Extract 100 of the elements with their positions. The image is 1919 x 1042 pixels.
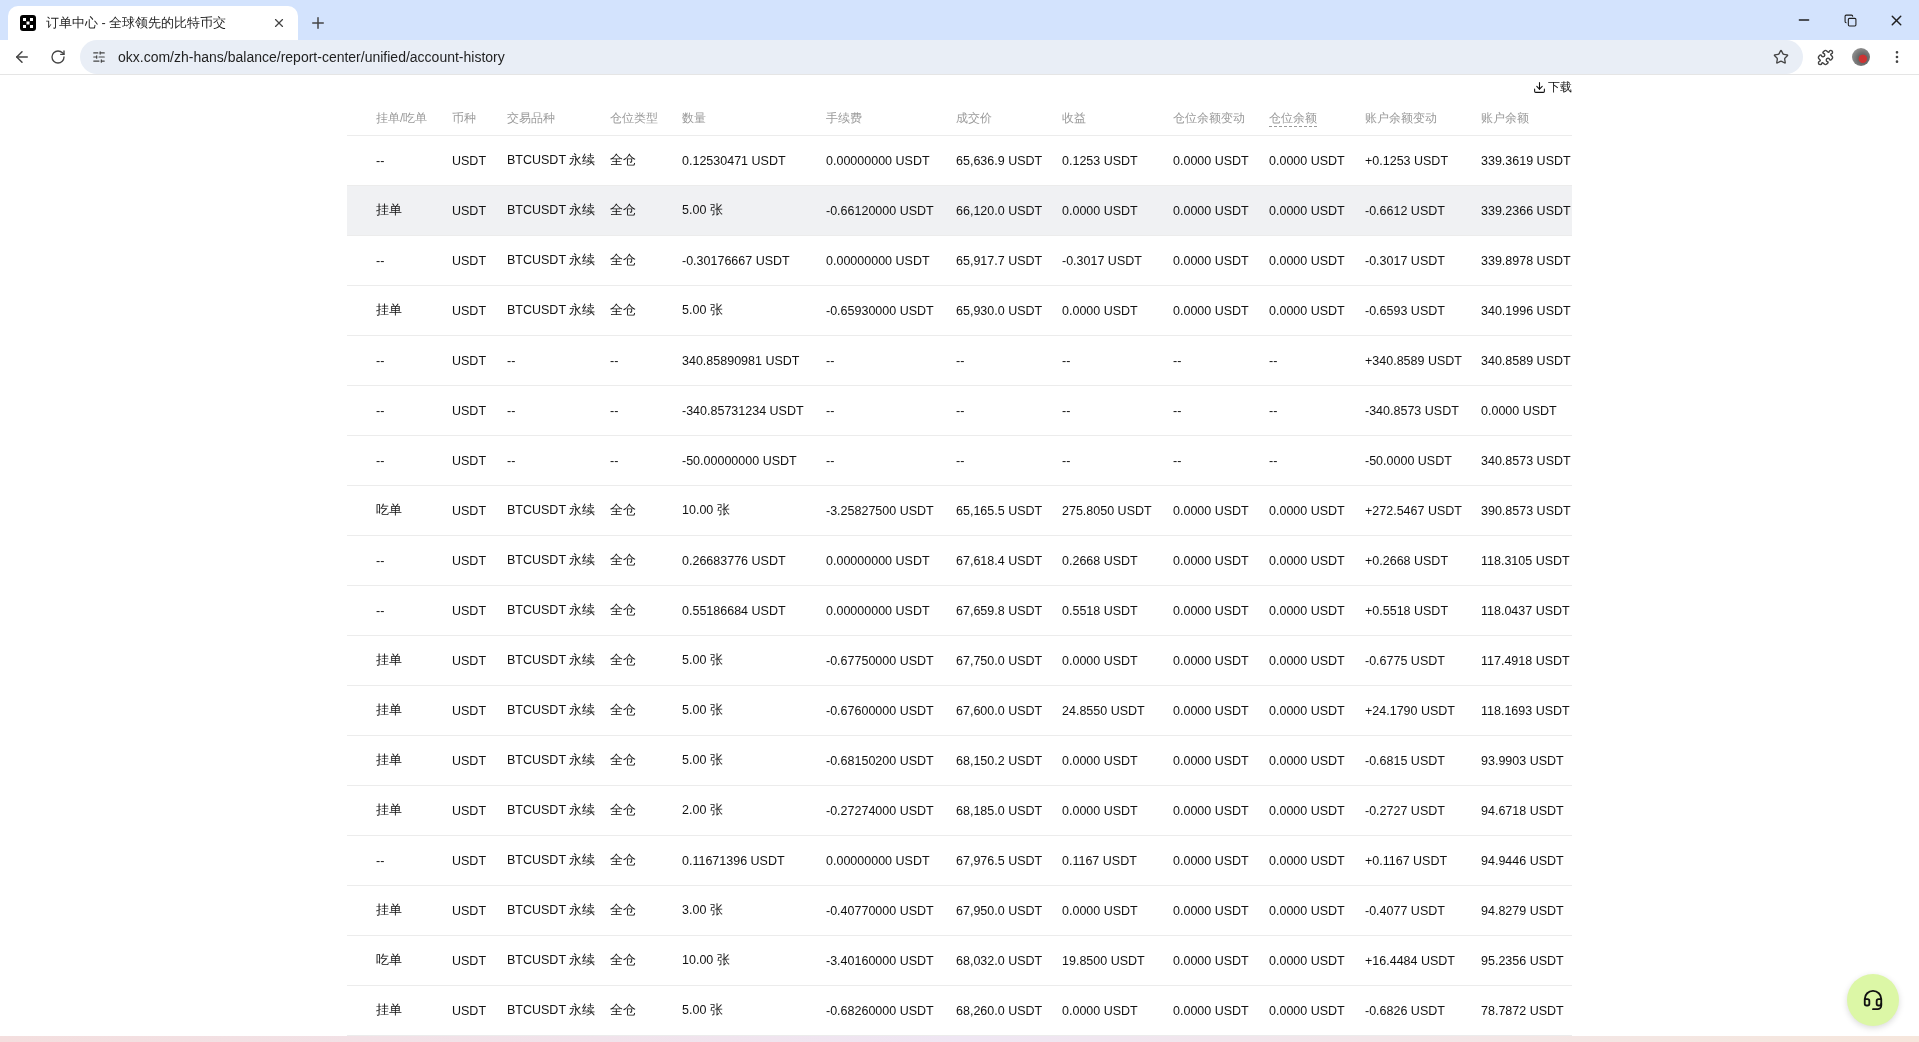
- table-cell-text: --: [1062, 403, 1072, 418]
- table-cell-text: USDT: [452, 453, 488, 468]
- table-cell-text: USDT: [452, 253, 488, 268]
- table-cell-text: -0.40770000 USDT: [826, 903, 935, 918]
- table-cell-text: 0.2668 USDT: [1062, 553, 1139, 568]
- table-cell: 340.8573 USDT: [1481, 453, 1572, 468]
- table-cell-text: 0.0000 USDT: [1269, 903, 1346, 918]
- table-cell-text: 5.00 张: [682, 1002, 724, 1019]
- table-cell-text: --: [376, 553, 386, 568]
- table-cell-text: 0.0000 USDT: [1173, 303, 1250, 318]
- table-cell-text: 0.00000000 USDT: [826, 603, 931, 618]
- table-cell-text: BTCUSDT 永续: [507, 652, 597, 669]
- table-cell-text: 275.8050 USDT: [1062, 503, 1153, 518]
- download-icon: [1533, 80, 1546, 94]
- table-cell-text: USDT: [452, 853, 488, 868]
- table-cell-text: BTCUSDT 永续: [507, 202, 597, 219]
- table-cell: 340.1996 USDT: [1481, 303, 1572, 318]
- table-cell-text: BTCUSDT 永续: [507, 952, 597, 969]
- table-cell-text: -0.27274000 USDT: [826, 803, 935, 818]
- column-header: 收益: [1062, 110, 1086, 127]
- support-button[interactable]: [1847, 974, 1899, 1026]
- table-cell-text: 118.1693 USDT: [1481, 703, 1571, 718]
- table-cell-text: +0.5518 USDT: [1365, 603, 1450, 618]
- table-cell-text: -0.3017 USDT: [1062, 253, 1143, 268]
- table-cell-text: 0.0000 USDT: [1269, 603, 1346, 618]
- browser-tab[interactable]: 订单中心 - 全球领先的比特币交: [8, 6, 298, 40]
- table-cell-text: -0.68260000 USDT: [826, 1003, 935, 1018]
- table-cell-text: 0.0000 USDT: [1173, 903, 1250, 918]
- table-cell-text: +0.1167 USDT: [1365, 853, 1449, 868]
- table-cell-text: 0.00000000 USDT: [826, 853, 931, 868]
- table-cell-text: 0.5518 USDT: [1062, 603, 1139, 618]
- table-cell-text: 0.0000 USDT: [1481, 403, 1558, 418]
- table-cell-text: 0.0000 USDT: [1269, 503, 1346, 518]
- table-cell-text: 0.0000 USDT: [1062, 753, 1139, 768]
- table-cell-text: +272.5467 USDT: [1365, 503, 1463, 518]
- table-cell-text: 全仓: [610, 202, 637, 219]
- table-cell-text: USDT: [452, 603, 488, 618]
- table-cell-text: USDT: [452, 1003, 488, 1018]
- table-cell-text: --: [376, 253, 386, 268]
- table-cell-text: BTCUSDT 永续: [507, 252, 597, 269]
- table-cell-text: 10.00 张: [682, 952, 731, 969]
- table-cell-text: --: [610, 453, 620, 468]
- table-cell-text: --: [956, 403, 966, 418]
- table-cell-text: 挂单: [376, 1002, 403, 1019]
- table-cell-text: --: [507, 403, 517, 418]
- table-cell-text: -0.6593 USDT: [1365, 303, 1446, 318]
- table-cell-text: 挂单: [376, 302, 403, 319]
- table-cell-text: USDT: [452, 703, 488, 718]
- table-cell-text: USDT: [452, 953, 488, 968]
- column-header: 币种: [452, 110, 476, 127]
- column-header: 挂单/吃单: [376, 110, 428, 127]
- table-cell-text: 0.0000 USDT: [1173, 1003, 1250, 1018]
- table-cell-text: --: [956, 453, 966, 468]
- address-bar[interactable]: okx.com/zh-hans/balance/report-center/unified/account-history: [80, 40, 1803, 74]
- table-cell-text: 0.11671396 USDT: [682, 853, 786, 868]
- table-cell-text: BTCUSDT 永续: [507, 152, 597, 169]
- table-cell-text: USDT: [452, 353, 488, 368]
- table-cell-text: 10.00 张: [682, 502, 731, 519]
- table-cell-text: 0.0000 USDT: [1269, 203, 1346, 218]
- table-cell-text: 0.0000 USDT: [1062, 203, 1139, 218]
- table-cell-text: USDT: [452, 653, 488, 668]
- table-cell-text: USDT: [452, 903, 488, 918]
- table-cell-text: 78.7872 USDT: [1481, 1003, 1565, 1018]
- table-cell-text: 5.00 张: [682, 752, 724, 769]
- table-cell-text: 0.0000 USDT: [1173, 153, 1250, 168]
- table-cell-text: 挂单: [376, 902, 403, 919]
- table-cell-text: 65,930.0 USDT: [956, 303, 1044, 318]
- table-cell-text: BTCUSDT 永续: [507, 752, 597, 769]
- table-cell-text: -0.67750000 USDT: [826, 653, 935, 668]
- table-cell-text: 19.8500 USDT: [1062, 953, 1146, 968]
- table-cell-text: BTCUSDT 永续: [507, 1002, 597, 1019]
- table-cell-text: 全仓: [610, 1002, 637, 1019]
- table-cell-text: --: [376, 453, 386, 468]
- table-cell-text: 全仓: [610, 502, 637, 519]
- table-cell: 340.8589 USDT: [1481, 353, 1572, 368]
- table-cell-text: --: [956, 353, 966, 368]
- table-cell-text: 94.9446 USDT: [1481, 853, 1565, 868]
- table-cell-text: 0.0000 USDT: [1062, 1003, 1139, 1018]
- table-cell-text: 94.8279 USDT: [1481, 903, 1565, 918]
- table-cell-text: 0.12530471 USDT: [682, 153, 787, 168]
- table-cell-text: --: [610, 403, 620, 418]
- download-link[interactable]: 下载: [1533, 78, 1572, 96]
- table-cell-text: 67,750.0 USDT: [956, 653, 1044, 668]
- table-cell-text: -50.00000000 USDT: [682, 453, 798, 468]
- table-cell-text: 68,185.0 USDT: [956, 803, 1044, 818]
- table-cell-text: -340.85731234 USDT: [682, 403, 805, 418]
- table-cell-text: 0.0000 USDT: [1269, 653, 1346, 668]
- table-cell-text: USDT: [452, 153, 488, 168]
- table-cell-text: -0.4077 USDT: [1365, 903, 1446, 918]
- table-cell-text: -340.8573 USDT: [1365, 403, 1460, 418]
- table-cell-text: +24.1790 USDT: [1365, 703, 1456, 718]
- table-cell-text: -0.2727 USDT: [1365, 803, 1446, 818]
- table-cell-text: 0.0000 USDT: [1269, 803, 1346, 818]
- table-cell-text: 0.0000 USDT: [1173, 653, 1250, 668]
- table-cell-text: 0.0000 USDT: [1269, 753, 1346, 768]
- table-cell-text: 全仓: [610, 802, 637, 819]
- table-cell-text: 全仓: [610, 852, 637, 869]
- table-cell-text: +0.1253 USDT: [1365, 153, 1450, 168]
- table-cell-text: --: [376, 153, 386, 168]
- table-cell-text: BTCUSDT 永续: [507, 852, 597, 869]
